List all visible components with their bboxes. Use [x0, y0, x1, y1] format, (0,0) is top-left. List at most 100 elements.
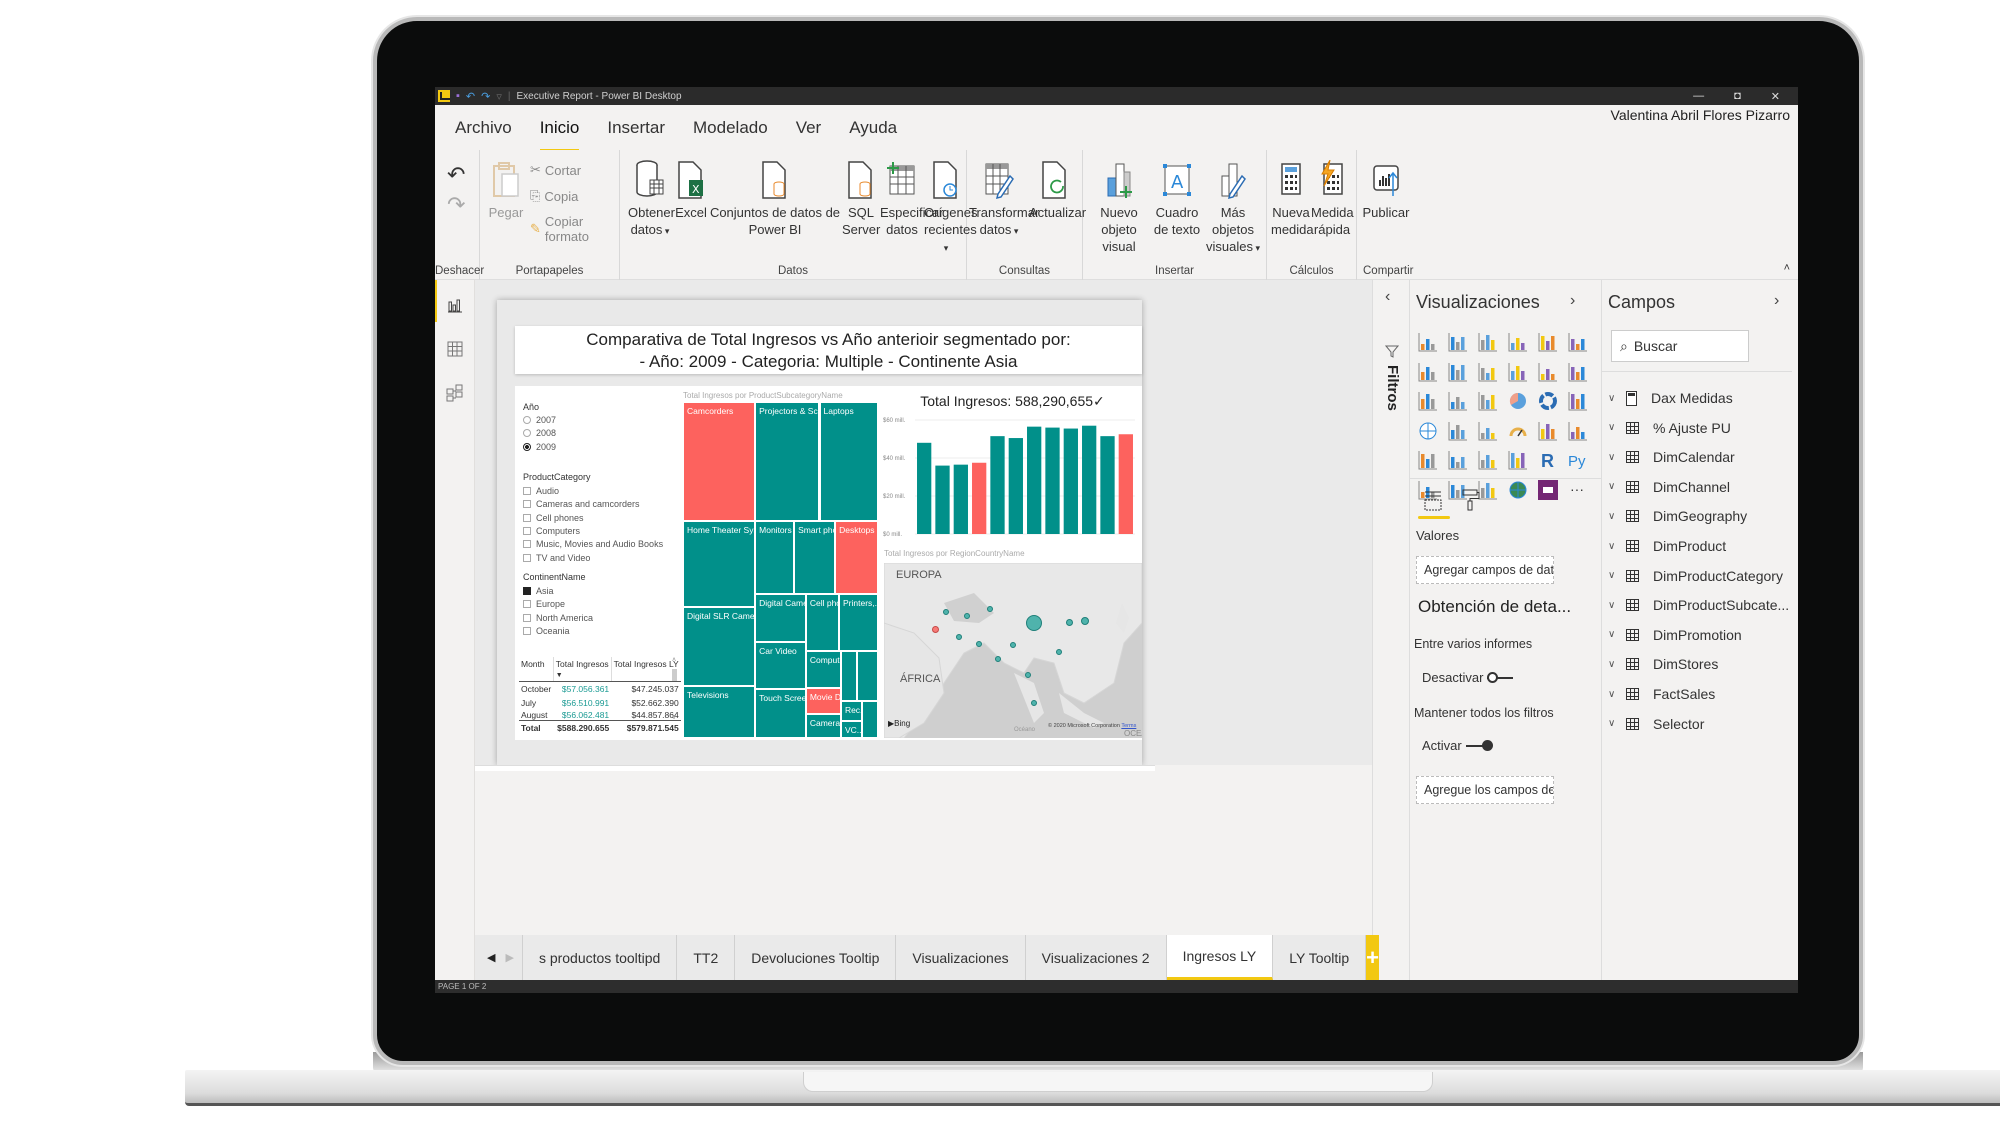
page-tab[interactable]: Visualizaciones [896, 935, 1026, 980]
tab-archivo[interactable]: Archivo [455, 118, 512, 138]
collapse-fields-icon[interactable]: › [1774, 292, 1779, 310]
treemap-cell[interactable]: Smart pho... [794, 521, 836, 594]
page-tab[interactable]: Ingresos LY [1166, 935, 1274, 980]
treemap-cell[interactable]: Compute... [805, 650, 841, 688]
stacked-column-icon[interactable] [1448, 332, 1468, 352]
stacked-area-icon[interactable] [1478, 362, 1498, 382]
paste-button[interactable]: Pegar [486, 160, 526, 221]
model-view-icon[interactable] [446, 384, 464, 402]
chevron-down-icon[interactable]: ∨ [1608, 689, 1618, 700]
map-terms-link[interactable]: Terms [1121, 723, 1136, 729]
qa-icon[interactable] [1478, 480, 1498, 500]
format-paint-roller-icon[interactable] [1460, 488, 1480, 512]
chevron-down-icon[interactable]: ∨ [1608, 718, 1618, 729]
100-column-icon[interactable] [1568, 332, 1588, 352]
treemap-cell[interactable]: Laptops [819, 402, 878, 522]
enter-data-button[interactable]: Especificar datos [880, 160, 944, 238]
checkbox[interactable] [523, 500, 531, 509]
scroll-thumb[interactable] [672, 669, 677, 681]
col-header-month[interactable]: Month [519, 657, 554, 682]
tab-modelado[interactable]: Modelado [693, 118, 768, 138]
checkbox[interactable] [523, 526, 531, 535]
pie-icon[interactable] [1508, 391, 1528, 411]
ribbon-chart-icon[interactable] [1568, 362, 1588, 382]
map-bubble[interactable] [1030, 700, 1037, 706]
radio-button[interactable] [523, 429, 531, 438]
keep-filters-toggle[interactable]: Activar [1422, 738, 1493, 753]
add-page-button[interactable]: + [1366, 935, 1380, 980]
chevron-down-icon[interactable]: ∨ [1608, 659, 1618, 670]
cross-report-toggle[interactable]: Desactivar [1422, 670, 1514, 685]
treemap-cell[interactable]: Projectors & Screens [755, 402, 820, 522]
checkbox[interactable] [523, 613, 531, 622]
power-bi-datasets-button[interactable]: Conjuntos de datos de Power BI [708, 160, 842, 238]
redo-button[interactable]: ↷ [447, 192, 465, 218]
slicer-option[interactable]: Audio [523, 486, 559, 496]
line-column-icon[interactable] [1508, 362, 1528, 382]
checkbox[interactable] [523, 513, 531, 522]
bar[interactable] [917, 442, 932, 534]
slicer-option[interactable]: Computers [523, 526, 580, 536]
excel-button[interactable]: X Excel [674, 160, 708, 221]
bubble-map[interactable]: EUROPA ÁFRICA Océano OCEANIA ▶Bing © 202… [884, 563, 1142, 738]
copy-button[interactable]: ⎘ Copia [530, 188, 578, 204]
radio-button[interactable] [523, 416, 531, 424]
slicer-option[interactable]: 2008 [523, 428, 556, 438]
field-table-item[interactable]: ∨ FactSales [1608, 686, 1715, 702]
bar[interactable] [935, 465, 950, 534]
treemap-icon[interactable] [1568, 391, 1588, 411]
python-visual-icon[interactable]: Py [1568, 450, 1588, 470]
page-tab[interactable]: TT2 [677, 935, 736, 980]
report-view-icon[interactable] [446, 296, 464, 314]
field-table-item[interactable]: ∨ DimCalendar [1608, 449, 1735, 465]
chevron-down-icon[interactable]: ∨ [1608, 511, 1618, 522]
collapse-ribbon-icon[interactable]: ˄ [1784, 262, 1790, 274]
100-bar-icon[interactable] [1538, 332, 1558, 352]
map-bubble[interactable] [986, 605, 993, 612]
page-tab[interactable]: s productos tooltipd [522, 935, 678, 980]
matrix-scrollbar[interactable]: ˄ ˅ [672, 657, 678, 737]
collapse-visualizations-icon[interactable]: › [1570, 292, 1575, 310]
card-icon[interactable] [1538, 421, 1558, 441]
checkbox[interactable] [523, 540, 531, 549]
treemap-cell[interactable]: Movie D... [805, 687, 841, 715]
bar[interactable] [1118, 434, 1133, 534]
scroll-down-icon[interactable]: ˅ [672, 715, 676, 722]
undo-icon[interactable]: ↶ [466, 90, 475, 103]
publish-button[interactable]: Publicar [1361, 160, 1411, 221]
format-painter-button[interactable]: ✎ Copiar formato [530, 214, 619, 244]
chevron-down-icon[interactable]: ∨ [1608, 629, 1618, 640]
field-table-item[interactable]: ∨ DimProductSubcate... [1608, 597, 1789, 613]
treemap-cell[interactable]: Cameras ... [805, 714, 841, 738]
bar[interactable] [1008, 438, 1023, 534]
bar[interactable] [1027, 426, 1042, 534]
save-icon[interactable]: ▪ [456, 90, 460, 102]
treemap-cell[interactable]: Camcorders [683, 402, 756, 522]
col-header-total-ingresos-ly[interactable]: Total Ingresos LY [610, 657, 681, 682]
treemap-cell[interactable]: Touch Screen ... [755, 689, 806, 738]
donut-icon[interactable] [1538, 391, 1558, 411]
gauge-icon[interactable] [1508, 421, 1528, 441]
page-tab[interactable]: Visualizaciones 2 [1025, 935, 1167, 980]
cut-button[interactable]: ✂ Cortar [530, 162, 581, 178]
chevron-down-icon[interactable]: ∨ [1608, 541, 1618, 552]
slicer-option[interactable]: Cameras and camcorders [523, 499, 640, 509]
slicer-option[interactable]: Europe [523, 599, 565, 609]
arcgis-icon[interactable] [1508, 480, 1528, 500]
treemap-cell[interactable]: Monitors [755, 521, 795, 594]
checkbox[interactable] [523, 553, 531, 562]
treemap-cell[interactable]: VC... [840, 721, 863, 738]
checkbox[interactable] [523, 626, 531, 635]
slicer-option[interactable]: Oceania [523, 626, 570, 636]
treemap-cell[interactable] [856, 650, 878, 702]
expand-filters-icon[interactable]: ‹ [1385, 288, 1390, 306]
chevron-down-icon[interactable]: ∨ [1608, 393, 1618, 404]
table-icon[interactable] [1478, 450, 1498, 470]
slicer-icon[interactable] [1448, 450, 1468, 470]
field-table-item[interactable]: ∨ DimGeography [1608, 508, 1747, 524]
page-tab[interactable]: LY Tooltip [1273, 935, 1367, 980]
map-bubble[interactable] [1081, 616, 1090, 625]
treemap-cell[interactable] [840, 650, 857, 702]
matrix-icon[interactable] [1508, 450, 1528, 470]
chevron-down-icon[interactable]: ∨ [1608, 600, 1618, 611]
